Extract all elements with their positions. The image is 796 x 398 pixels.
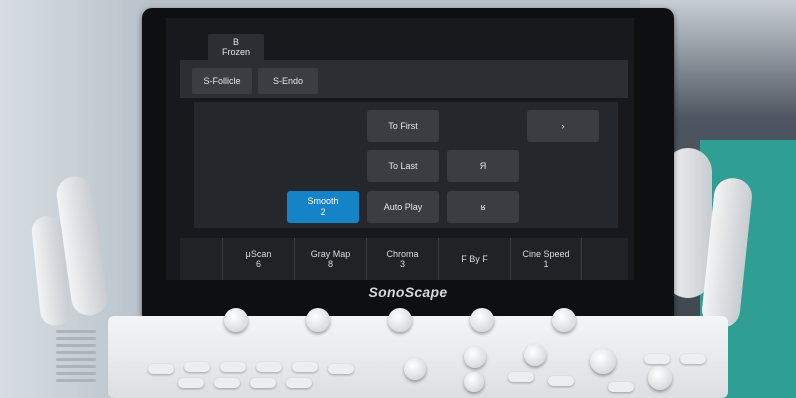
next-button[interactable]: › [527,110,599,142]
soft-key-f-by-f[interactable]: F By F [438,238,510,280]
soft-key-label: Cine Speed [522,249,570,259]
console-knob[interactable] [464,346,486,368]
console-knob[interactable] [590,348,616,374]
soft-key-value: 3 [399,259,405,269]
console-knob[interactable] [404,358,426,380]
soft-key-bar: μScan 6 Gray Map 8 Chroma 3 F By F Cine … [180,238,628,280]
tgc-sliders[interactable] [56,330,96,390]
cine-control-panel: To First › To Last Я Smooth 2 Auto Play … [194,102,618,228]
console-key[interactable] [644,354,670,364]
soft-key-value: 8 [327,259,333,269]
soft-key-label: F By F [461,254,488,264]
smooth-button[interactable]: Smooth 2 [287,191,359,223]
to-first-button[interactable]: To First [367,110,439,142]
status-tab[interactable]: B Frozen [208,34,264,60]
to-last-button[interactable]: To Last [367,150,439,182]
brand-logo: SonoScape [368,284,448,300]
smooth-value: 2 [320,207,326,217]
prev-frame-alt-button[interactable]: ʁ [447,191,519,223]
preset-s-endo-button[interactable]: S-Endo [258,68,318,94]
soft-key-knob-1[interactable] [224,308,248,332]
console-key[interactable] [286,378,312,388]
status-tab-mode: B [232,37,239,47]
soft-key-knob-5[interactable] [552,308,576,332]
soft-key-cine-speed[interactable]: Cine Speed 1 [510,238,582,280]
console-key[interactable] [148,364,174,374]
console-key[interactable] [548,376,574,386]
soft-key-label: Chroma [386,249,419,259]
console-key[interactable] [184,362,210,372]
console-key[interactable] [292,362,318,372]
soft-key-knob-3[interactable] [388,308,412,332]
soft-key-gray-map[interactable]: Gray Map 8 [294,238,366,280]
soft-key-label: Gray Map [310,249,351,259]
soft-key-label: μScan [245,249,272,259]
preset-bar: S-Follicle S-Endo [180,60,628,98]
console-knob[interactable] [464,372,484,392]
soft-key-value: 6 [255,259,261,269]
console-key[interactable] [220,362,246,372]
smooth-label: Smooth [307,196,339,206]
console-key[interactable] [178,378,204,388]
soft-key-uscan[interactable]: μScan 6 [222,238,294,280]
console-key[interactable] [214,378,240,388]
control-console [108,308,728,398]
console-key[interactable] [508,372,534,382]
preset-s-follicle-button[interactable]: S-Follicle [192,68,252,94]
auto-play-button[interactable]: Auto Play [367,191,439,223]
console-key[interactable] [256,362,282,372]
soft-key-value: 1 [543,259,549,269]
touch-screen: B Frozen S-Follicle S-Endo To First › To… [166,18,634,280]
console-knob[interactable] [524,344,546,366]
soft-key-knob-2[interactable] [306,308,330,332]
console-key[interactable] [680,354,706,364]
prev-frame-button[interactable]: Я [447,150,519,182]
soft-key-chroma[interactable]: Chroma 3 [366,238,438,280]
console-knob[interactable] [648,366,672,390]
console-key[interactable] [328,364,354,374]
console-key[interactable] [250,378,276,388]
monitor: B Frozen S-Follicle S-Endo To First › To… [142,8,674,324]
status-tab-state: Frozen [221,47,250,57]
soft-key-knob-4[interactable] [470,308,494,332]
console-key[interactable] [608,382,634,392]
